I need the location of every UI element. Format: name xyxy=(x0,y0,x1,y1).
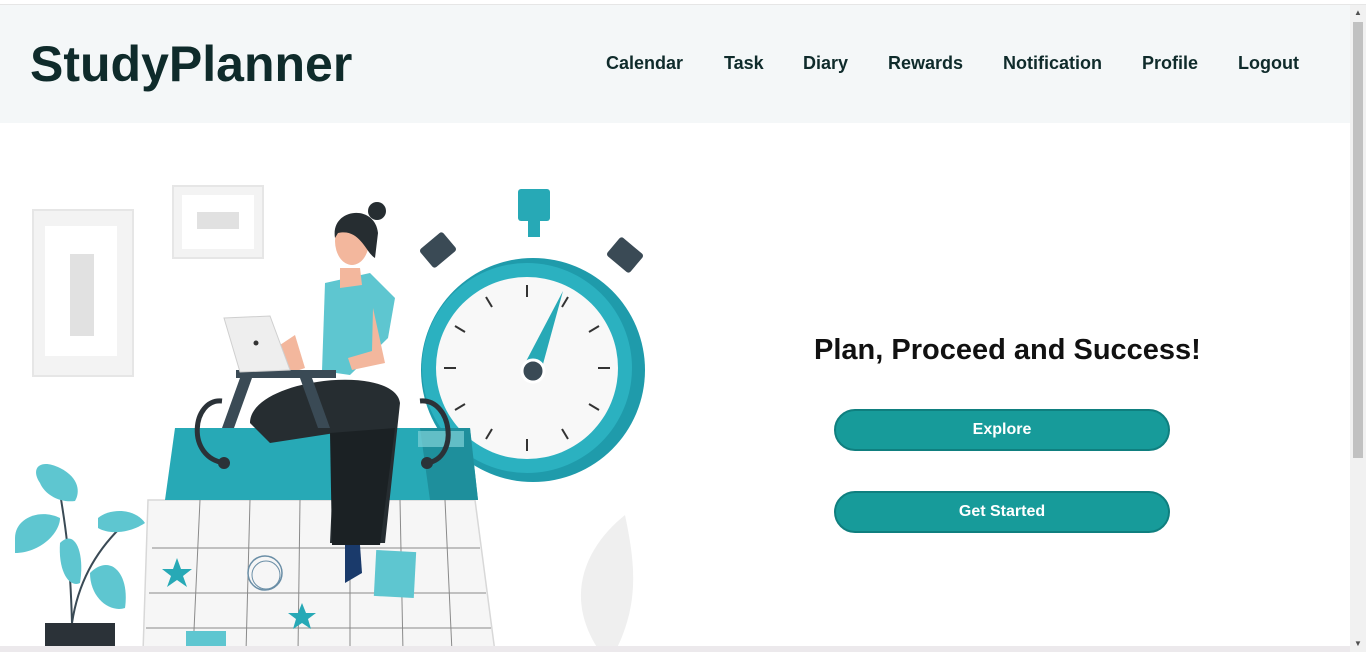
nav-task[interactable]: Task xyxy=(724,53,764,74)
nav-profile[interactable]: Profile xyxy=(1142,53,1198,74)
hero-tagline: Plan, Proceed and Success! xyxy=(814,334,1201,366)
scroll-down-arrow-icon[interactable]: ▼ xyxy=(1350,636,1366,652)
wall-frame-small-icon xyxy=(172,185,264,259)
study-planner-illustration xyxy=(15,185,645,652)
nav-notification[interactable]: Notification xyxy=(1003,53,1102,74)
scroll-thumb[interactable] xyxy=(1353,22,1363,458)
main-nav: Calendar Task Diary Rewards Notification… xyxy=(0,53,1350,77)
scroll-up-arrow-icon[interactable]: ▲ xyxy=(1350,5,1366,21)
page-bottom-edge xyxy=(0,646,1350,652)
wall-frame-tall-icon xyxy=(32,209,134,377)
background-leaf-icon xyxy=(580,515,634,652)
nav-rewards[interactable]: Rewards xyxy=(888,53,963,74)
explore-button[interactable]: Explore xyxy=(834,409,1170,451)
potted-plant-icon xyxy=(15,463,145,652)
nav-logout[interactable]: Logout xyxy=(1238,53,1299,74)
get-started-button[interactable]: Get Started xyxy=(834,491,1170,533)
calendar-icon xyxy=(142,398,496,652)
nav-diary[interactable]: Diary xyxy=(803,53,848,74)
nav-calendar[interactable]: Calendar xyxy=(606,53,683,74)
page-scrollbar[interactable]: ▲ ▼ xyxy=(1350,5,1366,652)
site-header: StudyPlanner Calendar Task Diary Rewards… xyxy=(0,5,1350,123)
